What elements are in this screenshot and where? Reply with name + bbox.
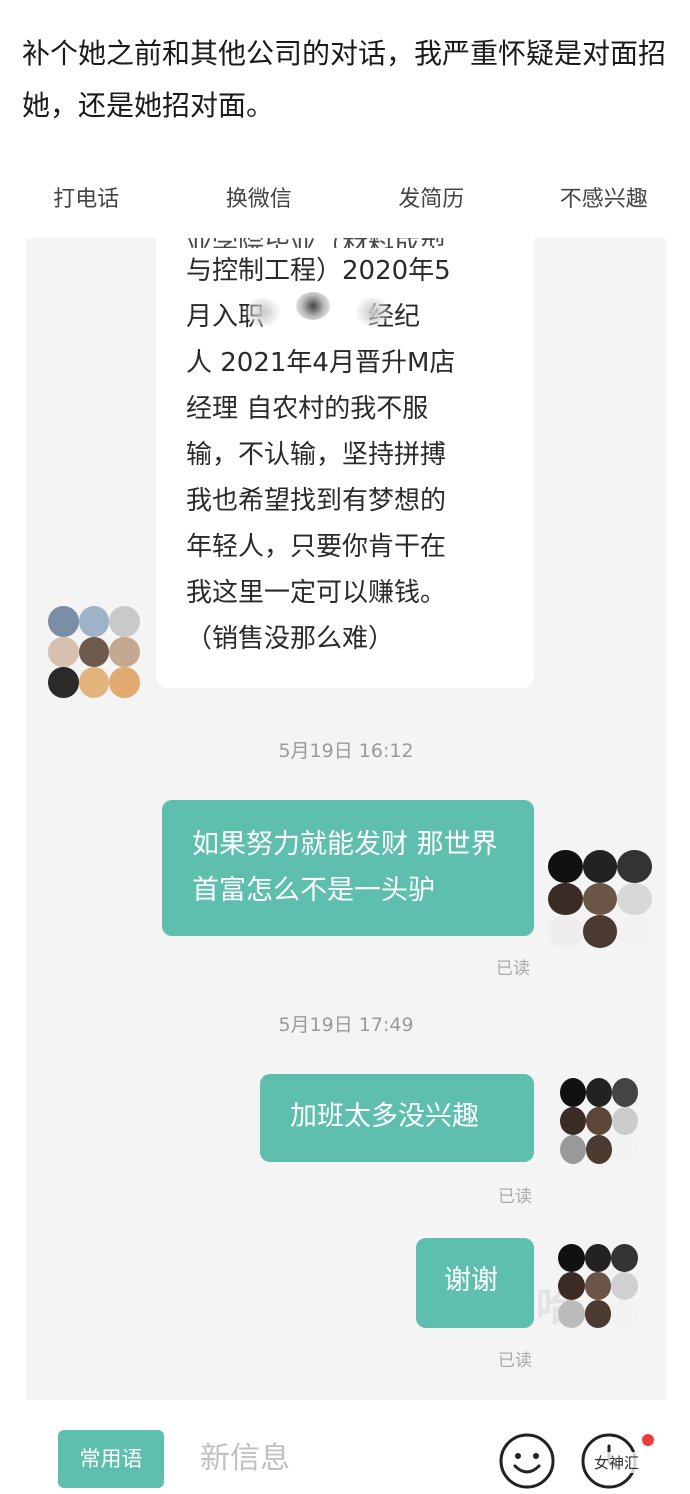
my-avatar[interactable] bbox=[560, 1078, 638, 1164]
notification-dot bbox=[642, 1434, 654, 1446]
brand-watermark: 女神汇 bbox=[590, 1452, 644, 1473]
input-bar: 常用语 新信息 女神汇 bbox=[0, 1400, 690, 1494]
blurred-name-patch bbox=[246, 298, 280, 326]
timestamp: 5月19日 17:49 bbox=[278, 1014, 414, 1036]
smiley-icon[interactable] bbox=[498, 1432, 556, 1490]
quick-phrases-button[interactable]: 常用语 bbox=[58, 1430, 164, 1488]
call-action[interactable]: 打电话 bbox=[0, 176, 173, 226]
blurred-name-patch bbox=[296, 292, 330, 320]
outgoing-message-text: 加班太多没兴趣 bbox=[290, 1101, 479, 1132]
my-avatar[interactable] bbox=[558, 1244, 638, 1328]
message-input[interactable]: 新信息 bbox=[200, 1430, 470, 1488]
chat-action-bar: 打电话 换微信 发简历 不感兴趣 bbox=[0, 176, 690, 226]
my-avatar[interactable] bbox=[548, 850, 652, 948]
post-caption: 补个她之前和其他公司的对话，我严重怀疑是对面招她，还是她招对面。 bbox=[22, 37, 667, 122]
outgoing-message-text: 如果努力就能发财 那世界首富怎么不是一头驴 bbox=[192, 829, 498, 906]
sender-avatar[interactable] bbox=[48, 606, 140, 698]
not-interested-action[interactable]: 不感兴趣 bbox=[518, 176, 690, 226]
outgoing-message-text: 谢谢 bbox=[444, 1265, 498, 1296]
send-resume-action[interactable]: 发简历 bbox=[345, 176, 518, 226]
chat-area[interactable]: 业学院毕业（材料成型 与控制工程）2020年5 月入职 经纪 人 2021年4月… bbox=[26, 238, 666, 1400]
read-receipt: 已读 bbox=[498, 1187, 532, 1207]
outgoing-message-bubble: 如果努力就能发财 那世界首富怎么不是一头驴 bbox=[162, 800, 534, 936]
incoming-message-partial-line: 业学院毕业（材料成型 bbox=[186, 238, 512, 248]
incoming-message-text: 与控制工程）2020年5 月入职 经纪 人 2021年4月晋升M店 经理 自农村… bbox=[186, 256, 456, 654]
timestamp: 5月19日 16:12 bbox=[278, 740, 414, 762]
outgoing-message-bubble: 加班太多没兴趣 bbox=[260, 1074, 534, 1162]
incoming-message-bubble: 业学院毕业（材料成型 与控制工程）2020年5 月入职 经纪 人 2021年4月… bbox=[156, 238, 534, 688]
blurred-name-patch bbox=[356, 298, 390, 326]
read-receipt: 已读 bbox=[498, 1351, 532, 1371]
read-receipt: 已读 bbox=[496, 959, 530, 979]
exchange-wechat-action[interactable]: 换微信 bbox=[173, 176, 346, 226]
outgoing-message-bubble: 谢谢 bbox=[416, 1238, 534, 1328]
